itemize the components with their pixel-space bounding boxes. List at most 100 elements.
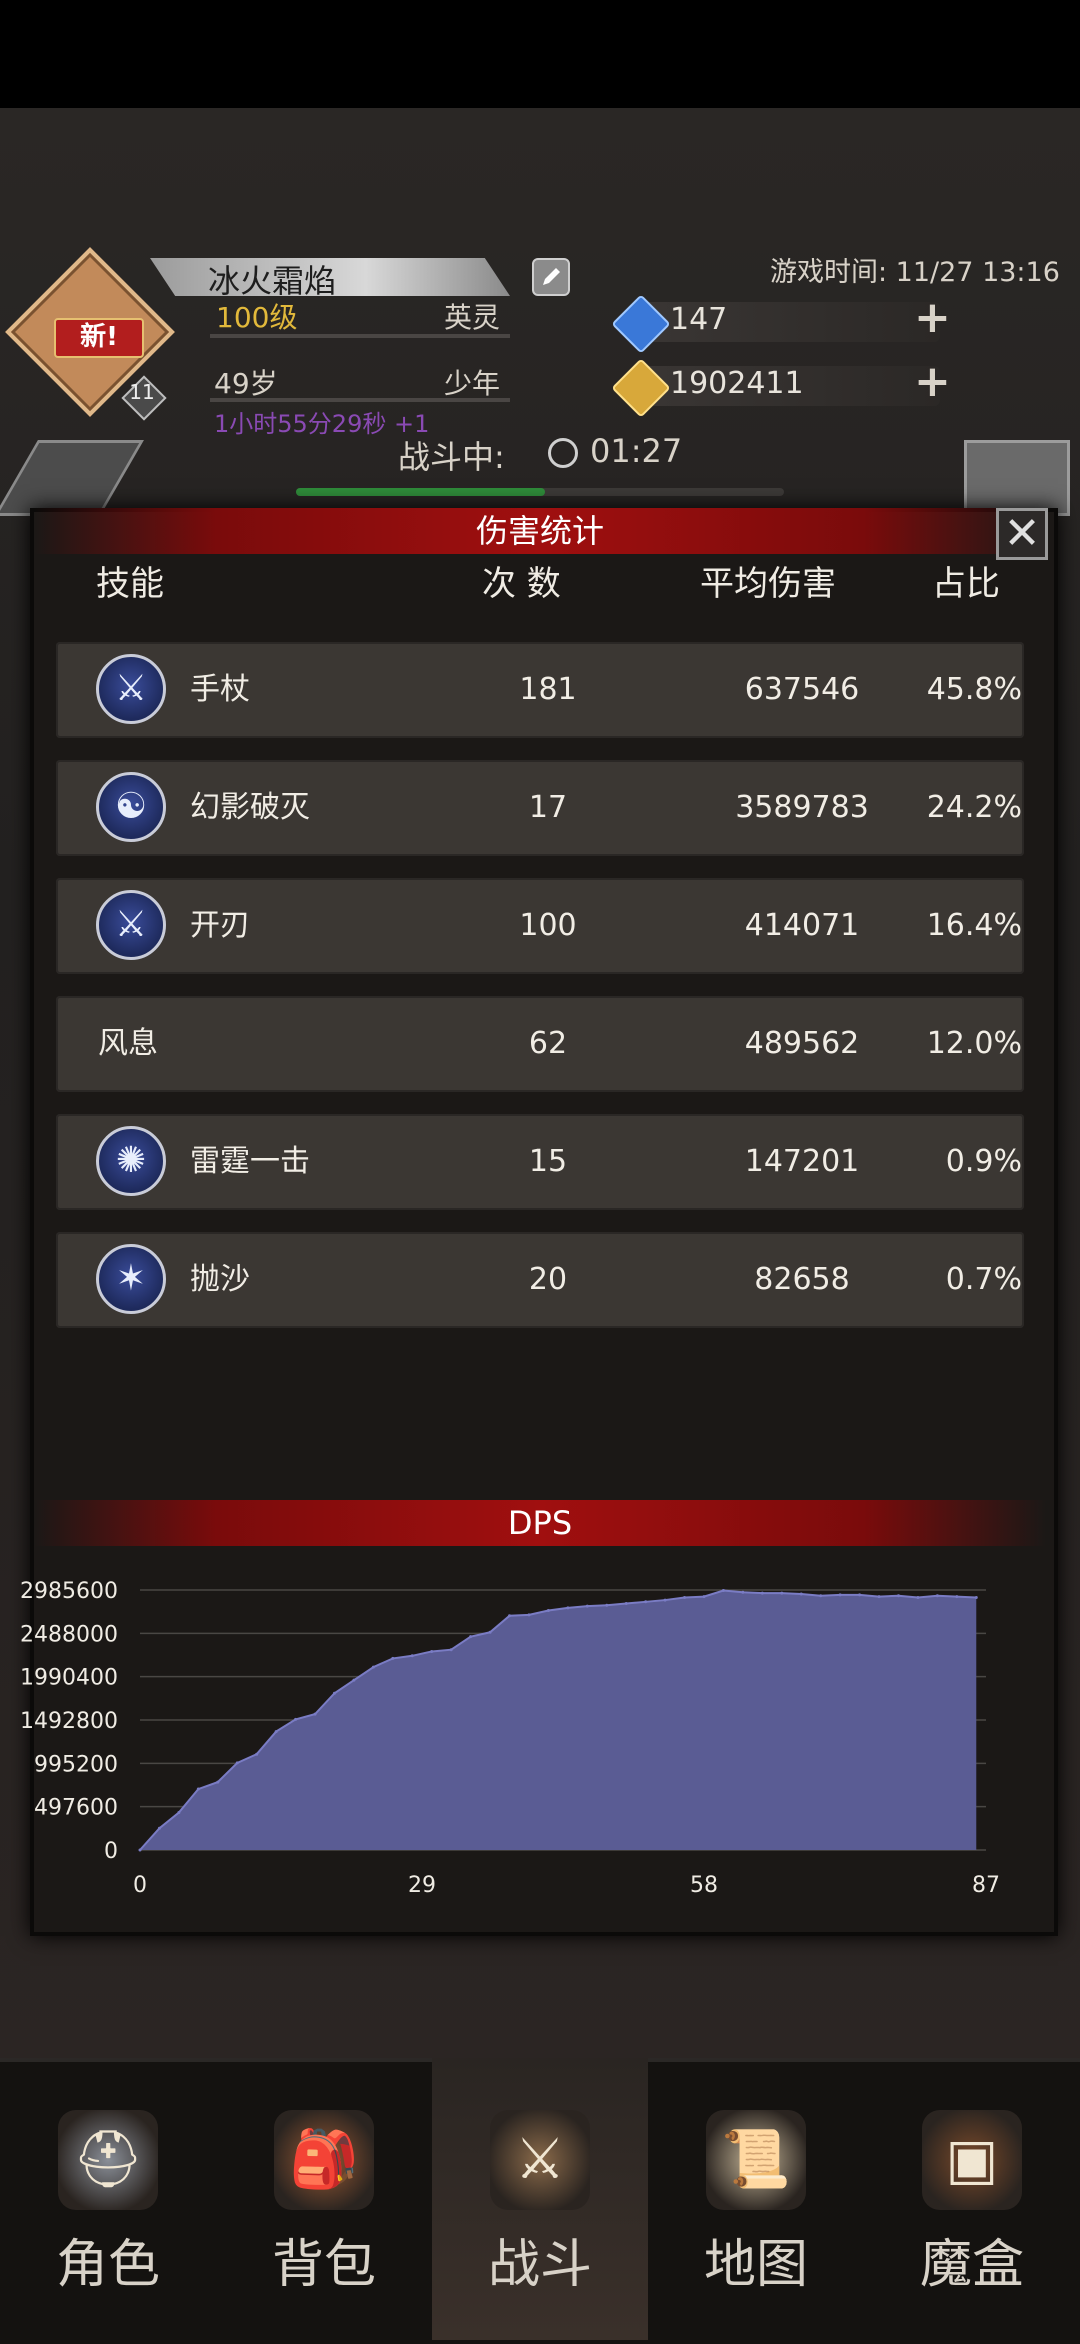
backpack-icon: 🎒 (274, 2110, 374, 2210)
dps-point (741, 1590, 745, 1594)
dps-point (624, 1602, 628, 1606)
sand-icon: ✶ (96, 1244, 166, 1314)
dps-point (138, 1848, 142, 1852)
skill-name: 开刃 (190, 908, 250, 943)
dps-point (255, 1752, 259, 1756)
dps-point (546, 1609, 550, 1613)
divider (210, 334, 510, 338)
dps-point (935, 1594, 939, 1598)
nav-label: 魔盒 (919, 2235, 1024, 2295)
dps-point (858, 1593, 862, 1597)
add-gold-button[interactable]: + (914, 356, 951, 407)
dps-point (605, 1603, 609, 1607)
dps-point (527, 1613, 531, 1617)
battle-status: 战斗中: (398, 438, 505, 476)
dps-chart: 2985600 2488000 1990400 1492800 995200 497600… (20, 1579, 1000, 1898)
dps-point (721, 1588, 725, 1592)
clock-icon (548, 438, 578, 468)
x-tick-label: 87 (972, 1873, 1000, 1898)
crossed-swords-icon[interactable] (964, 440, 1070, 516)
hit-count: 62 (528, 1026, 568, 1061)
nav-label: 地图 (703, 2235, 808, 2295)
edit-icon[interactable] (532, 258, 570, 296)
player-age: 49岁 (214, 367, 278, 400)
dps-point (585, 1604, 589, 1608)
add-gem-button[interactable]: + (914, 292, 951, 343)
column-header-skill: 技能 (96, 564, 164, 604)
dps-point (566, 1606, 570, 1610)
dps-point (896, 1594, 900, 1598)
x-tick-label: 58 (690, 1873, 718, 1898)
skill-name: 抛沙 (190, 1262, 250, 1297)
table-row[interactable]: 风息 62 489562 12.0% (56, 996, 1024, 1092)
dps-point (449, 1648, 453, 1652)
dps-point (235, 1761, 239, 1765)
damage-percent: 16.4% (926, 908, 1022, 943)
table-row[interactable]: ✺ 雷霆一击 15 147201 0.9% (56, 1114, 1024, 1210)
dps-point (196, 1787, 200, 1791)
dps-point (508, 1614, 512, 1618)
average-damage: 147201 (744, 1144, 860, 1179)
dps-point (274, 1730, 278, 1734)
x-tick-label: 0 (133, 1873, 147, 1898)
skill-name: 风息 (98, 1026, 158, 1061)
nav-label: 战斗 (487, 2235, 592, 2295)
dps-point (877, 1595, 881, 1599)
dps-point (488, 1630, 492, 1634)
table-row[interactable]: ⚔ 手杖 181 637546 45.8% (56, 642, 1024, 738)
y-tick-label: 995200 (34, 1752, 118, 1777)
blade-icon: ⚔ (96, 890, 166, 960)
x-tick-label: 29 (408, 1873, 436, 1898)
staff-icon: ⚔ (96, 654, 166, 724)
column-header-avg-damage: 平均伤害 (700, 564, 836, 604)
dps-point (216, 1780, 220, 1784)
average-damage: 489562 (744, 1026, 860, 1061)
table-row[interactable]: ☯ 幻影破灭 17 3589783 24.2% (56, 760, 1024, 856)
nav-label: 角色 (55, 2235, 160, 2295)
average-damage: 637546 (744, 672, 860, 707)
dps-point (683, 1595, 687, 1599)
dps-point (974, 1595, 978, 1599)
gold-count: 1902411 (670, 366, 804, 401)
dps-point (294, 1717, 298, 1721)
dps-point (702, 1595, 706, 1599)
level-number: 11 (129, 380, 155, 404)
player-rank: 英灵 (444, 301, 501, 334)
close-button[interactable]: ✕ (996, 508, 1048, 560)
dps-point (663, 1598, 667, 1602)
y-tick-label: 2488000 (20, 1622, 118, 1647)
dps-point (838, 1593, 842, 1597)
phantom-icon: ☯ (96, 772, 166, 842)
helmet-icon: ⛑ (58, 2110, 158, 2210)
hit-count: 181 (519, 672, 577, 707)
damage-percent: 24.2% (926, 790, 1022, 825)
column-header-count: 次 数 (482, 564, 561, 604)
new-badge: 新! (54, 318, 144, 358)
gem-count: 147 (670, 302, 728, 337)
scroll-map-icon: 📜 (706, 2110, 806, 2210)
player-level: 100级 (216, 301, 298, 334)
divider (210, 398, 510, 402)
skill-name: 雷霆一击 (190, 1144, 310, 1179)
nav-label: 背包 (271, 2235, 376, 2295)
chart-title: DPS (34, 1500, 1046, 1546)
damage-percent: 0.7% (945, 1262, 1022, 1297)
average-damage: 82658 (754, 1262, 850, 1297)
damage-percent: 45.8% (926, 672, 1022, 707)
dps-point (760, 1591, 764, 1595)
panel-title: 伤害统计 (34, 508, 1046, 554)
dps-point (916, 1595, 920, 1599)
y-tick-label: 2985600 (20, 1579, 118, 1604)
dps-point (332, 1691, 336, 1695)
damage-percent: 12.0% (926, 1026, 1022, 1061)
skill-name: 手杖 (190, 672, 250, 707)
magic-box-icon: ▣ (922, 2110, 1022, 2210)
dps-point (177, 1811, 181, 1815)
dps-point (955, 1595, 959, 1599)
game-time: 游戏时间: 11/27 13:16 (770, 257, 1060, 288)
hit-count: 15 (528, 1144, 568, 1179)
shield-sword-icon: ⚔ (490, 2110, 590, 2210)
table-row[interactable]: ⚔ 开刃 100 414071 16.4% (56, 878, 1024, 974)
dps-point (157, 1826, 161, 1830)
table-row[interactable]: ✶ 抛沙 20 82658 0.7% (56, 1232, 1024, 1328)
